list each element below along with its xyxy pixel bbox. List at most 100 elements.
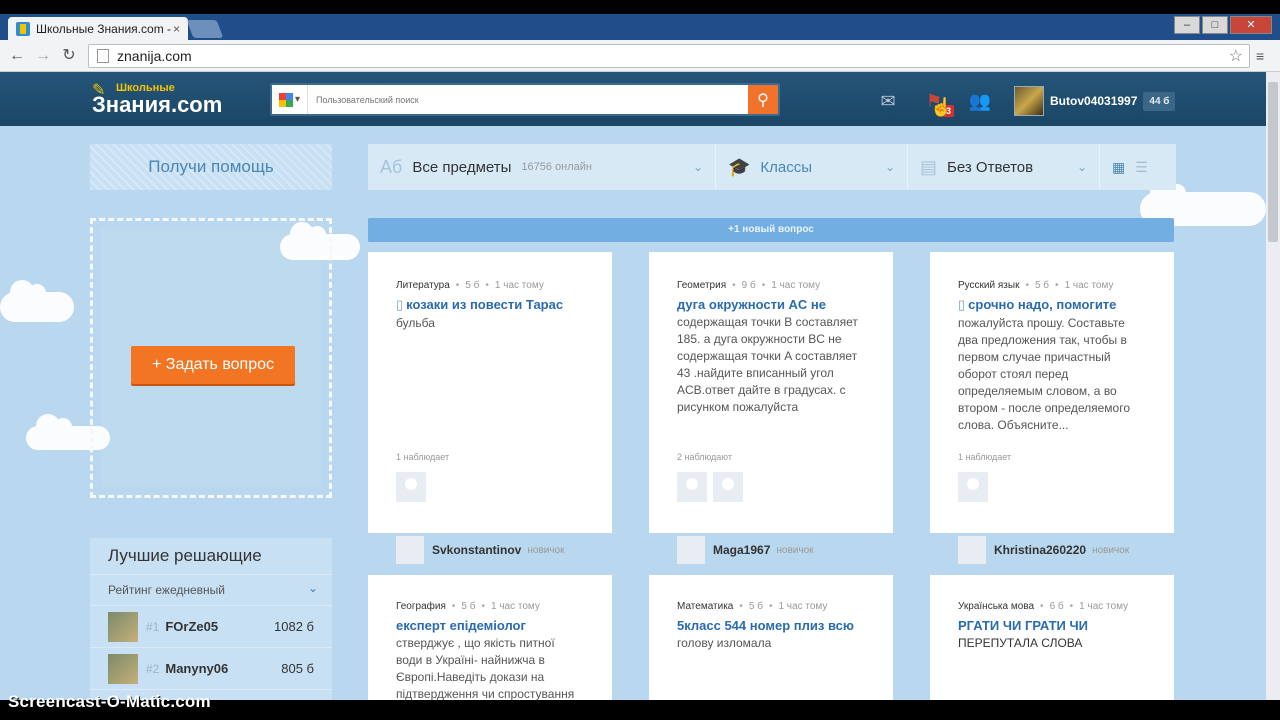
watchers-list — [958, 472, 988, 502]
question-title[interactable]: РГАТИ ЧИ ГРАТИ ЧИ — [958, 618, 1146, 633]
question-points: 6 б — [1049, 601, 1064, 612]
question-text: ПЕРЕПУТАЛА СЛОВА — [958, 636, 1083, 650]
author-name[interactable]: Maga1967 — [713, 543, 770, 557]
back-arrow-icon[interactable]: ← — [6, 45, 28, 67]
logo-big-text: Знания.com — [92, 92, 223, 117]
search-button[interactable]: ⚲ — [748, 85, 778, 114]
question-subject[interactable]: Литература — [396, 280, 450, 291]
leader-avatar — [108, 653, 138, 684]
watcher-avatar[interactable] — [677, 472, 707, 502]
plus-icon: + — [151, 356, 166, 373]
author-name[interactable]: Svkonstantinov — [432, 543, 521, 557]
watchers-list — [396, 472, 426, 502]
question-card[interactable]: Математика • 5 б • 1 час тому 5класс 544 ном… — [649, 575, 893, 700]
ask-question-button[interactable]: + Задать вопрос — [131, 346, 295, 384]
leader-avatar — [108, 611, 138, 642]
watcher-avatar[interactable] — [958, 472, 988, 502]
leader-name[interactable]: FOrZe05 — [165, 619, 218, 634]
leader-row[interactable]: #1 FOrZe05 1082 б — [90, 606, 332, 648]
question-card[interactable]: География • 5 б • 1 час тому експерт епідемі… — [368, 575, 612, 700]
question-author[interactable]: Svkonstantinov новичок — [396, 536, 565, 564]
question-subject[interactable]: География — [396, 601, 446, 612]
google-icon — [278, 92, 293, 107]
unanswered-filter[interactable]: ▤ Без Ответов ⌄ — [908, 144, 1100, 190]
forward-arrow-icon[interactable]: → — [32, 45, 54, 67]
google-search-options[interactable]: ▾ — [272, 85, 308, 114]
watchers-label: 1 наблюдает — [396, 452, 450, 462]
question-subject[interactable]: Українська мова — [958, 601, 1034, 612]
watcher-avatar[interactable] — [713, 472, 743, 502]
rating-period-select[interactable]: Рейтинг ежедневный ⌄ — [90, 574, 332, 606]
top-solvers-panel: Лучшие решающие Рейтинг ежедневный ⌄ #1 … — [90, 538, 332, 700]
username[interactable]: Butov04031997 — [1050, 94, 1137, 108]
question-author[interactable]: Maga1967 новичок — [677, 536, 814, 564]
question-title[interactable]: дуга окружности AC не — [677, 297, 865, 312]
new-tab-button[interactable] — [186, 20, 224, 38]
question-meta: Литература • 5 б • 1 час тому — [396, 280, 544, 291]
question-author[interactable]: Khristina260220 новичок — [958, 536, 1129, 564]
classes-filter[interactable]: 🎓 Классы ⌄ — [716, 144, 908, 190]
page-scrollbar[interactable] — [1266, 72, 1280, 700]
question-time: 1 час тому — [1079, 601, 1129, 612]
question-title[interactable]: ▯ козаки из повести Тарас — [396, 297, 584, 313]
browser-tab[interactable]: Школьные Знания.com - × — [8, 17, 188, 40]
user-avatar[interactable] — [1014, 86, 1044, 116]
question-title-text: срочно надо, помогите — [968, 297, 1117, 312]
question-title[interactable]: ▯ срочно надо, помогите — [958, 297, 1146, 313]
search-input[interactable] — [308, 86, 748, 113]
question-card[interactable]: Русский язык • 5 б • 1 час тому ▯ срочно надо… — [930, 252, 1174, 533]
question-title[interactable]: експерт епідеміолог — [396, 618, 584, 633]
address-bar-row: ← → ↻ znanija.com ☆ ≡ — [0, 40, 1280, 72]
question-card[interactable]: Литература • 5 б • 1 час тому ▯ козаки из пов… — [368, 252, 612, 533]
classes-label: Классы — [760, 158, 813, 176]
browser-menu-icon[interactable]: ≡ — [1256, 48, 1270, 64]
leader-points: 805 б — [281, 661, 314, 676]
document-icon: ▤ — [920, 156, 938, 177]
subjects-filter[interactable]: Aб Все предметы 16756 онлайн ⌄ — [368, 144, 716, 190]
messages-envelope-icon[interactable]: ✉ — [876, 89, 900, 113]
recorder-watermark: Screencast-O-Matic.com — [8, 692, 211, 711]
question-time: 1 час тому — [1064, 280, 1114, 291]
watcher-avatar[interactable] — [396, 472, 426, 502]
author-avatar — [396, 536, 424, 564]
question-subject[interactable]: Геометрия — [677, 280, 726, 291]
watchers-label: 2 наблюдают — [677, 452, 732, 462]
question-meta: География • 5 б • 1 час тому — [396, 601, 540, 612]
question-card[interactable]: Геометрия • 9 б • 1 час тому дуга окружности… — [649, 252, 893, 533]
bookmark-star-icon[interactable]: ☆ — [1229, 46, 1243, 66]
friends-icon[interactable]: 👥 — [968, 89, 992, 113]
tab-close-icon[interactable]: × — [173, 22, 180, 36]
url-field[interactable]: znanija.com ☆ — [88, 44, 1250, 68]
question-title[interactable]: 5класс 544 номер плиз всю — [677, 618, 865, 633]
grid-view-icon[interactable]: ▦ — [1112, 159, 1125, 176]
scrollbar-thumb[interactable] — [1268, 82, 1278, 242]
list-view-icon[interactable]: ☰ — [1135, 159, 1148, 176]
question-time: 1 час тому — [490, 601, 540, 612]
question-subject[interactable]: Математика — [677, 601, 733, 612]
question-time: 1 час тому — [771, 280, 821, 291]
online-count: 16756 онлайн — [521, 161, 592, 173]
question-text: стверджує , що якість питної води в Укра… — [396, 636, 575, 700]
author-name[interactable]: Khristina260220 — [994, 543, 1086, 557]
question-card[interactable]: Українська мова • 6 б • 1 час тому РГАТИ ЧИ … — [930, 575, 1174, 700]
new-questions-banner[interactable]: +1 новый вопрос — [368, 218, 1174, 242]
question-points: 5 б — [465, 280, 480, 291]
reload-icon[interactable]: ↻ — [58, 45, 80, 67]
leader-name[interactable]: Manyny06 — [165, 661, 228, 676]
question-meta: Геометрия • 9 б • 1 час тому — [677, 280, 821, 291]
leader-row[interactable]: #2 Manyny06 805 б — [90, 648, 332, 690]
question-subject[interactable]: Русский язык — [958, 280, 1019, 291]
get-help-tab[interactable]: Получи помощь — [90, 144, 332, 190]
minimize-button[interactable]: – — [1174, 16, 1200, 34]
cloud-decoration — [0, 280, 74, 322]
maximize-button[interactable]: □ — [1202, 16, 1228, 34]
question-points: 5 б — [1034, 280, 1050, 291]
notifications-flag-icon[interactable]: ⚑ 3 ☝ — [922, 89, 954, 117]
window-top-edge — [0, 0, 1280, 14]
site-favicon-icon — [16, 21, 30, 36]
unanswered-label: Без Ответов — [947, 158, 1034, 176]
close-window-button[interactable]: ✕ — [1230, 16, 1272, 34]
watchers-list — [677, 472, 743, 502]
leader-points: 1082 б — [274, 619, 314, 634]
header-actions: ✉ ⚑ 3 ☝ 👥 Butov04031997 44 б — [876, 86, 1176, 117]
